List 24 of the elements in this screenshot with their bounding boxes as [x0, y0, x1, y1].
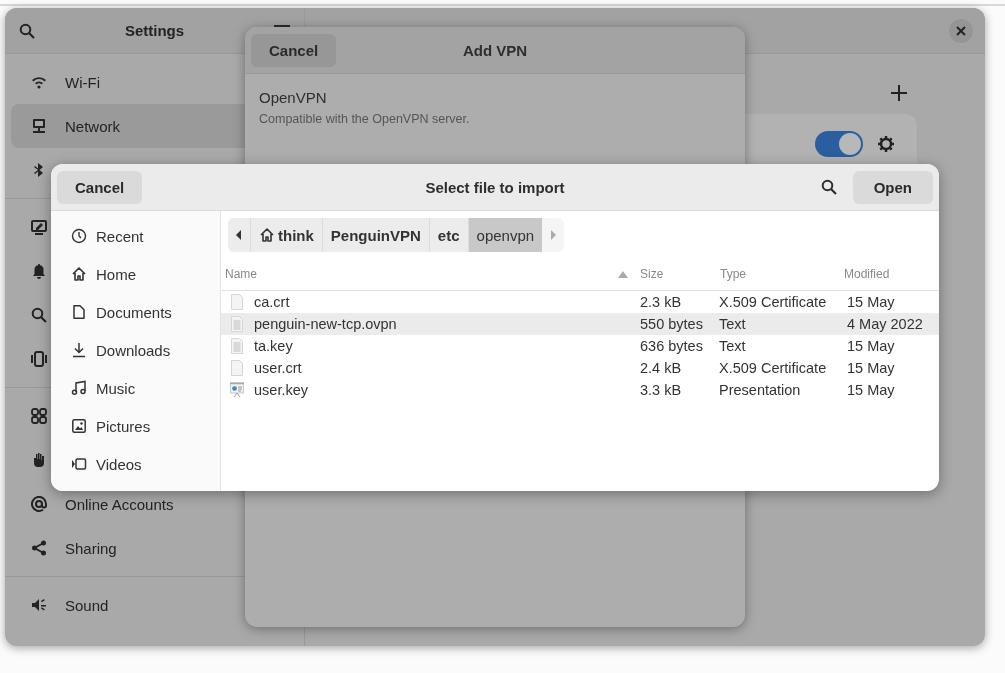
- file-name: penguin-new-tcp.ovpn: [254, 316, 397, 332]
- file-size: 636 bytes: [639, 338, 704, 354]
- file-size: 2.3 kB: [639, 294, 683, 310]
- file-type: Presentation: [718, 382, 802, 398]
- file-size: 3.3 kB: [639, 382, 683, 398]
- dialog-title: Select file to import: [425, 178, 565, 196]
- file-type: Text: [718, 338, 747, 354]
- file-size: 550 bytes: [639, 316, 704, 332]
- file-modified: 15 May: [846, 294, 896, 310]
- file-type: Text: [718, 316, 747, 332]
- window-title: Settings: [123, 22, 186, 39]
- file-modified: 15 May: [846, 338, 896, 354]
- file-name: ta.key: [254, 338, 293, 354]
- file-name: user.key: [254, 382, 308, 398]
- dialog-title: Add VPN: [462, 41, 528, 59]
- file-name: ca.crt: [254, 294, 290, 310]
- option-title: OpenVPN: [259, 89, 328, 106]
- file-type: X.509 Certificate: [718, 360, 828, 376]
- file-modified: 15 May: [846, 360, 896, 376]
- file-name: user.crt: [254, 360, 302, 376]
- file-type: X.509 Certificate: [718, 294, 828, 310]
- file-size: 2.4 kB: [639, 360, 683, 376]
- file-modified: 4 May 2022: [846, 316, 924, 332]
- file-modified: 15 May: [846, 382, 896, 398]
